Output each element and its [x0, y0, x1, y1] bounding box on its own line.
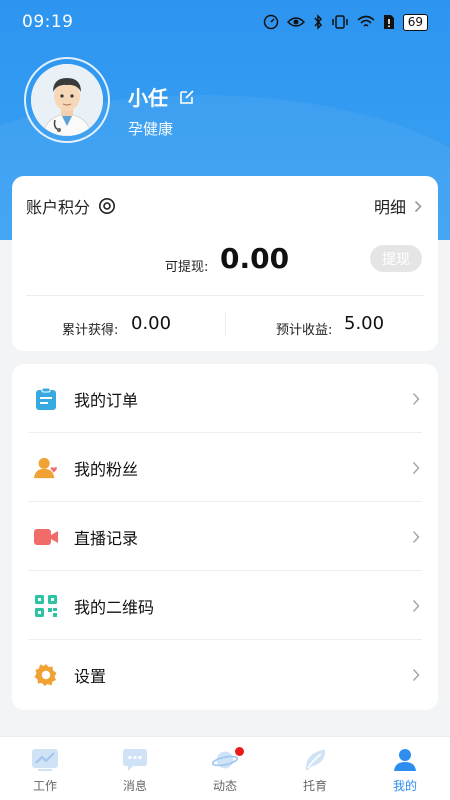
fans-icon — [34, 456, 58, 480]
nav-label-mine: 我的 — [392, 779, 417, 793]
nav-label-childcare: 托育 — [302, 779, 327, 793]
detail-label: 明细 — [373, 198, 406, 217]
chat-icon — [122, 747, 148, 773]
nav-label-feed: 动态 — [212, 779, 237, 793]
bluetooth-icon — [314, 14, 322, 30]
nav-label-work: 工作 — [32, 779, 57, 793]
menu-label-qr-code: 我的二维码 — [74, 597, 155, 617]
nav-item-mine[interactable]: 我的 — [360, 737, 450, 800]
total-earned-value: 0.00 — [131, 313, 172, 334]
menu-label-fans: 我的粉丝 — [74, 459, 139, 479]
chart-icon — [32, 747, 58, 773]
leaf-icon — [302, 747, 328, 773]
user-name-row: 小任 — [128, 82, 196, 111]
stats-separator — [225, 312, 226, 336]
bottom-nav: 工作 消息 动态 托育 我的 — [0, 736, 450, 800]
qr-code-icon — [34, 594, 58, 618]
status-bar: 09:19 69 — [0, 0, 450, 44]
doctor-avatar-image — [31, 64, 103, 136]
points-title-row: 账户积分 — [26, 194, 116, 218]
nav-label-messages: 消息 — [122, 779, 147, 793]
status-icons: 69 — [263, 13, 428, 31]
menu-item-qr-code[interactable]: 我的二维码 — [12, 571, 438, 640]
wifi-icon — [357, 15, 375, 27]
menu-card: 我的订单 我的粉丝 直播记录 我的二维码 设置 — [12, 364, 438, 710]
nav-item-childcare[interactable]: 托育 — [270, 737, 360, 800]
nav-item-feed[interactable]: 动态 — [180, 737, 270, 800]
stats-row: 累计获得: 0.00 预计收益: 5.00 — [12, 310, 438, 340]
battery-indicator: 69 — [402, 13, 428, 31]
withdraw-row: 可提现: 0.00 提现 — [12, 240, 438, 280]
expected-income-label: 预计收益: — [276, 323, 333, 338]
chevron-right-icon — [414, 200, 422, 212]
user-icon — [392, 747, 418, 773]
menu-label-orders: 我的订单 — [74, 390, 139, 410]
card-divider — [26, 295, 424, 296]
points-card: 账户积分 明细 可提现: 0.00 提现 累计获得: 0.00 预计收益: 5.… — [12, 176, 438, 351]
nav-item-work[interactable]: 工作 — [0, 737, 90, 800]
user-name: 小任 — [128, 86, 168, 110]
menu-item-fans[interactable]: 我的粉丝 — [12, 433, 438, 502]
menu-item-live-records[interactable]: 直播记录 — [12, 502, 438, 571]
sim-alert-icon — [383, 15, 394, 29]
avatar[interactable] — [24, 57, 110, 143]
chevron-right-icon — [412, 599, 420, 612]
withdrawable-value: 0.00 — [220, 242, 290, 275]
expected-income-value: 5.00 — [344, 313, 385, 334]
chevron-right-icon — [412, 668, 420, 681]
edit-icon[interactable] — [178, 88, 196, 106]
total-earned-label: 累计获得: — [62, 323, 119, 338]
menu-item-settings[interactable]: 设置 — [12, 640, 438, 709]
visibility-toggle-icon[interactable] — [98, 197, 116, 215]
menu-label-live-records: 直播记录 — [74, 528, 139, 548]
notification-dot — [235, 747, 244, 756]
video-icon — [34, 525, 58, 549]
menu-item-orders[interactable]: 我的订单 — [12, 364, 438, 433]
status-time: 09:19 — [22, 12, 74, 32]
chevron-right-icon — [412, 530, 420, 543]
chevron-right-icon — [412, 461, 420, 474]
nav-item-messages[interactable]: 消息 — [90, 737, 180, 800]
chevron-right-icon — [412, 392, 420, 405]
vibrate-icon — [331, 15, 348, 29]
points-detail-link[interactable]: 明细 — [374, 194, 422, 218]
points-title: 账户积分 — [26, 198, 91, 217]
eye-icon — [286, 17, 305, 27]
withdrawable-label: 可提现: — [165, 260, 209, 275]
user-subtitle: 孕健康 — [128, 120, 174, 138]
speed-icon — [263, 14, 278, 30]
menu-label-settings: 设置 — [74, 666, 107, 686]
clipboard-icon — [34, 387, 58, 411]
gear-icon — [34, 663, 58, 687]
withdraw-button[interactable]: 提现 — [370, 245, 422, 272]
